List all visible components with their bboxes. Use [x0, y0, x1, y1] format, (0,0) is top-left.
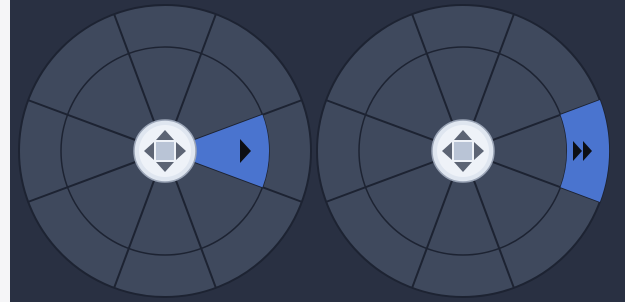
navigation-wheel-right[interactable]	[316, 4, 610, 298]
wheels-canvas	[18, 4, 610, 298]
center-pan-button[interactable]	[431, 119, 495, 183]
center-square-icon	[156, 142, 174, 160]
pan-wheel-panel	[10, 0, 625, 302]
center-pan-button[interactable]	[133, 119, 197, 183]
center-square-icon	[454, 142, 472, 160]
navigation-wheel-left[interactable]	[18, 4, 312, 298]
